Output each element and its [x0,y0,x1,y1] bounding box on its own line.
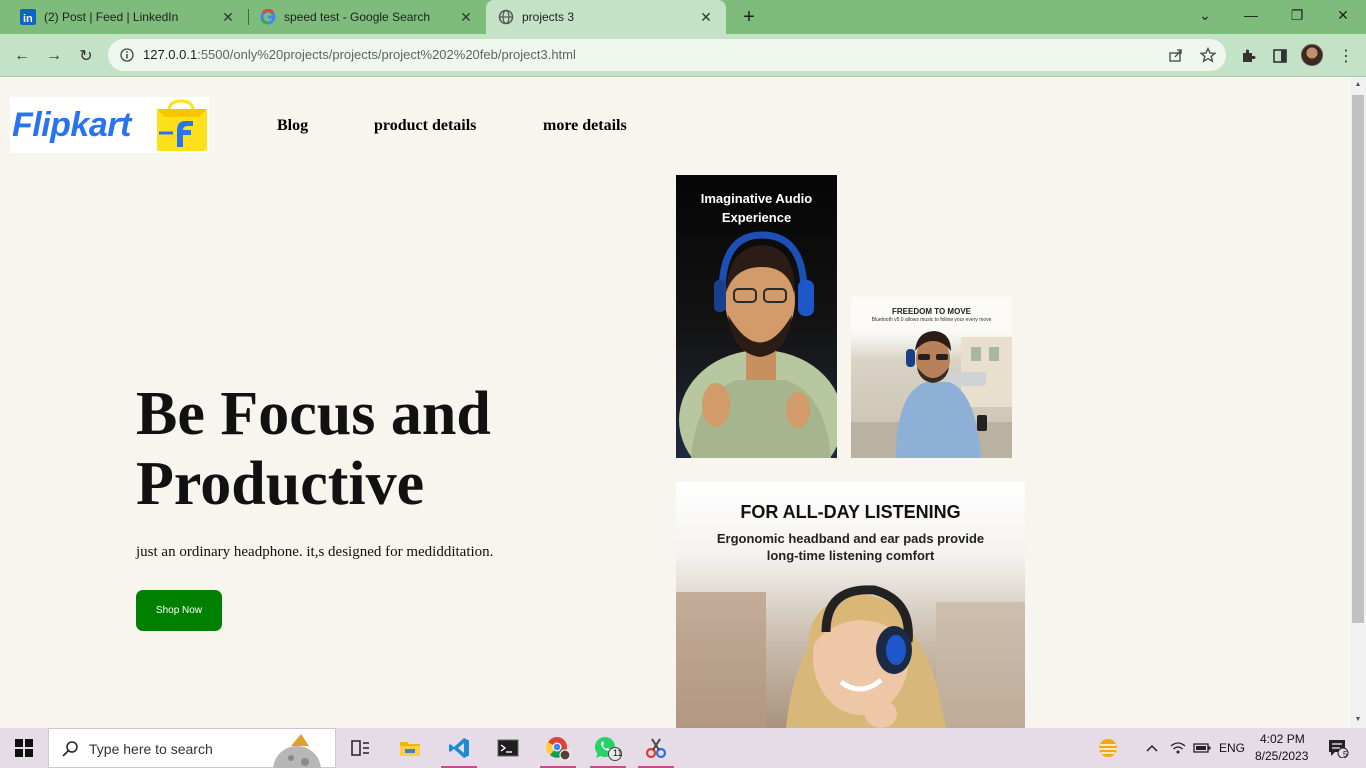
notification-center-button[interactable]: 5 [1318,728,1358,768]
show-hidden-icons-chevron-icon[interactable] [1140,728,1164,768]
page-scrollbar[interactable]: ▲ ▼ [1350,77,1366,728]
shop-now-button[interactable]: Shop Now [136,590,222,631]
terminal-icon [497,739,519,757]
search-highlight-illustration-icon [273,734,321,768]
tab-title: speed test - Google Search [284,10,431,24]
google-icon [260,9,276,25]
vscode-icon [449,738,469,758]
tab-google-search[interactable]: speed test - Google Search ✕ [248,0,486,34]
share-icon[interactable] [1167,46,1185,64]
product-image-freedom-to-move: FREEDOM TO MOVE Bluetooth v5.0 allows mu… [851,297,1012,458]
tab-title: projects 3 [522,10,575,24]
terminal-button[interactable] [484,728,532,768]
url-text: 127.0.0.1:5500/only%20projects/projects/… [143,47,576,62]
search-placeholder: Type here to search [89,741,213,757]
nav-more-details[interactable]: more details [543,117,627,135]
side-panel-icon[interactable] [1267,43,1293,69]
close-tab-icon[interactable]: ✕ [220,9,236,25]
profile-avatar[interactable] [1301,44,1323,66]
globe-icon [498,9,514,25]
close-window-button[interactable]: ✕ [1320,0,1366,30]
linkedin-icon: in [20,9,36,25]
notification-count: 5 [1343,750,1348,759]
snipping-tool-button[interactable] [632,728,680,768]
web-page: Flipkart Blog product details more detai… [0,77,1350,728]
nav-blog[interactable]: Blog [277,117,308,135]
address-bar[interactable]: 127.0.0.1:5500/only%20projects/projects/… [108,39,1226,71]
tab-search-chevron-icon[interactable]: ⌄ [1182,0,1228,30]
tab-title: (2) Post | Feed | LinkedIn [44,10,179,24]
start-button[interactable] [0,728,48,768]
file-explorer-button[interactable] [386,728,434,768]
task-view-icon [351,740,369,756]
site-info-icon[interactable] [118,46,136,64]
nav-product-details[interactable]: product details [374,117,476,135]
tab-strip: in (2) Post | Feed | LinkedIn ✕ speed te… [0,0,1366,34]
reload-button[interactable]: ↻ [73,43,99,69]
vscode-button[interactable] [435,728,483,768]
close-tab-icon[interactable]: ✕ [698,9,714,25]
bookmark-star-icon[interactable] [1199,46,1217,64]
man-sitting-with-phone-illustration [851,331,1012,458]
man-with-headphones-illustration [679,231,837,458]
taskbar-search[interactable]: Type here to search [48,728,336,768]
battery-icon[interactable] [1190,728,1214,768]
clock-time[interactable]: 4:02 PM [1260,732,1305,746]
restore-button[interactable]: ❐ [1274,0,1320,30]
chrome-menu-icon[interactable]: ⋮ [1333,43,1359,69]
search-icon [62,741,78,757]
logo-text: Flipkart [12,105,131,144]
product-image-all-day-listening: FOR ALL-DAY LISTENING Ergonomic headband… [676,482,1025,728]
chrome-button[interactable] [534,728,582,768]
network-icon[interactable] [1166,728,1190,768]
task-view-button[interactable] [336,728,384,768]
whatsapp-badge: 11 [613,748,623,758]
extensions-puzzle-icon[interactable] [1235,43,1261,69]
product-image-audio-experience: Imaginative Audio Experience [676,175,837,458]
taskbar: Type here to search 11 ENG 4:02 PM 8/25/… [0,728,1366,768]
weather-widget[interactable] [1086,728,1130,768]
close-tab-icon[interactable]: ✕ [458,9,474,25]
scroll-up-arrow-icon[interactable]: ▲ [1354,81,1362,89]
browser-toolbar: ← → ↻ 127.0.0.1:5500/only%20projects/pro… [0,34,1366,77]
hero-title: Be Focus and Productive [136,380,491,518]
back-button[interactable]: ← [9,43,35,69]
chrome-icon [545,737,571,761]
hero-subtitle: just an ordinary headphone. it,s designe… [136,544,494,560]
shopping-bag-icon [157,99,207,151]
new-tab-button[interactable]: + [737,5,761,29]
forward-button[interactable]: → [41,43,67,69]
scrollbar-thumb[interactable] [1352,95,1364,623]
minimize-button[interactable]: — [1228,0,1274,30]
woman-with-headphones-illustration [676,585,1025,728]
language-indicator[interactable]: ENG [1219,741,1245,755]
scissors-icon [645,738,667,759]
flipkart-logo[interactable]: Flipkart [10,97,209,153]
scroll-down-arrow-icon[interactable]: ▼ [1354,716,1362,724]
tab-linkedin[interactable]: in (2) Post | Feed | LinkedIn ✕ [8,0,248,34]
whatsapp-button[interactable]: 11 [584,728,632,768]
folder-icon [400,742,420,756]
windows-logo-icon [15,739,33,757]
clock-date[interactable]: 8/25/2023 [1255,749,1308,763]
tab-projects-3[interactable]: projects 3 ✕ [486,0,726,34]
svg-text:in: in [23,13,33,25]
weather-haze-icon [1099,739,1117,757]
